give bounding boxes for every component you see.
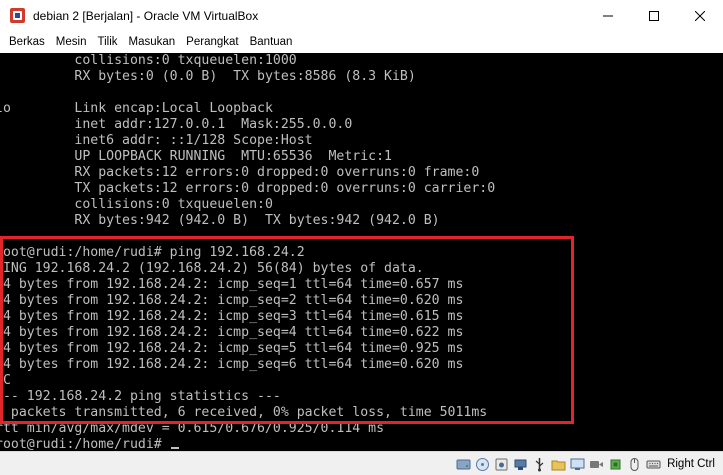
virtualbox-window: debian 2 [Berjalan] - Oracle VM VirtualB…	[0, 0, 723, 475]
audio-icon[interactable]	[494, 457, 509, 472]
console-line: PING 192.168.24.2 (192.168.24.2) 56(84) …	[0, 261, 424, 276]
menu-bantuan[interactable]: Bantuan	[250, 36, 293, 48]
console-line: TX packets:12 errors:0 dropped:0 overrun…	[0, 181, 496, 196]
console-line: collisions:0 txqueuelen:1000	[0, 53, 297, 68]
status-bar: Right Ctrl	[0, 451, 723, 475]
network-icon[interactable]	[513, 457, 528, 472]
console-line: lo Link encap:Local Loopback	[0, 101, 273, 116]
text-cursor	[170, 447, 179, 449]
display-icon[interactable]	[570, 457, 585, 472]
console-line: rtt min/avg/max/mdev = 0.615/0.676/0.925…	[0, 421, 385, 436]
maximize-icon	[649, 10, 659, 21]
keyboard-icon[interactable]	[646, 457, 661, 472]
shared-folder-icon[interactable]	[551, 457, 566, 472]
console-line: --- 192.168.24.2 ping statistics ---	[0, 389, 281, 404]
console-line: 64 bytes from 192.168.24.2: icmp_seq=3 t…	[0, 309, 464, 324]
console-line: 6 packets transmitted, 6 received, 0% pa…	[0, 405, 488, 420]
console-prompt-line[interactable]: root@rudi:/home/rudi#	[0, 437, 179, 451]
console-line: collisions:0 txqueuelen:0	[0, 197, 273, 212]
console-line: inet6 addr: ::1/128 Scope:Host	[0, 133, 313, 148]
menu-perangkat[interactable]: Perangkat	[186, 36, 238, 48]
menu-tilik[interactable]: Tilik	[97, 36, 117, 48]
video-capture-icon[interactable]	[589, 457, 604, 472]
console-line: 64 bytes from 192.168.24.2: icmp_seq=1 t…	[0, 277, 464, 292]
host-key-label[interactable]: Right Ctrl	[667, 458, 715, 470]
menu-masukan[interactable]: Masukan	[129, 36, 176, 48]
window-title: debian 2 [Berjalan] - Oracle VM VirtualB…	[33, 8, 259, 23]
console-line: RX bytes:942 (942.0 B) TX bytes:942 (942…	[0, 213, 440, 228]
virtualbox-icon	[9, 7, 26, 24]
console-line: inet addr:127.0.0.1 Mask:255.0.0.0	[0, 117, 353, 132]
title-bar[interactable]: debian 2 [Berjalan] - Oracle VM VirtualB…	[0, 0, 723, 31]
mouse-integration-icon[interactable]	[627, 457, 642, 472]
vm-console[interactable]: collisions:0 txqueuelen:1000 RX bytes:0 …	[0, 53, 723, 451]
minimize-button[interactable]	[585, 0, 631, 31]
console-prompt: root@rudi:/home/rudi#	[0, 437, 170, 451]
maximize-button[interactable]	[631, 0, 677, 31]
hard-disk-icon[interactable]	[456, 457, 471, 472]
console-line: RX packets:12 errors:0 dropped:0 overrun…	[0, 165, 480, 180]
optical-drive-icon[interactable]	[475, 457, 490, 472]
console-line: 64 bytes from 192.168.24.2: icmp_seq=2 t…	[0, 293, 464, 308]
close-button[interactable]	[677, 0, 723, 31]
console-line: 64 bytes from 192.168.24.2: icmp_seq=6 t…	[0, 357, 464, 372]
console-line: ^C	[0, 373, 11, 388]
usb-icon[interactable]	[532, 457, 547, 472]
console-line: RX bytes:0 (0.0 B) TX bytes:8586 (8.3 Ki…	[0, 69, 416, 84]
menu-mesin[interactable]: Mesin	[56, 36, 87, 48]
cpu-activity-icon[interactable]	[608, 457, 623, 472]
console-line: 64 bytes from 192.168.24.2: icmp_seq=5 t…	[0, 341, 464, 356]
console-line: UP LOOPBACK RUNNING MTU:65536 Metric:1	[0, 149, 392, 164]
console-line: 64 bytes from 192.168.24.2: icmp_seq=4 t…	[0, 325, 464, 340]
window-controls	[585, 0, 723, 31]
menu-berkas[interactable]: Berkas	[9, 36, 45, 48]
console-line: root@rudi:/home/rudi# ping 192.168.24.2	[0, 245, 305, 260]
minimize-icon	[603, 15, 613, 16]
close-icon	[695, 10, 705, 21]
menu-bar: Berkas Mesin Tilik Masukan Perangkat Ban…	[0, 31, 723, 54]
